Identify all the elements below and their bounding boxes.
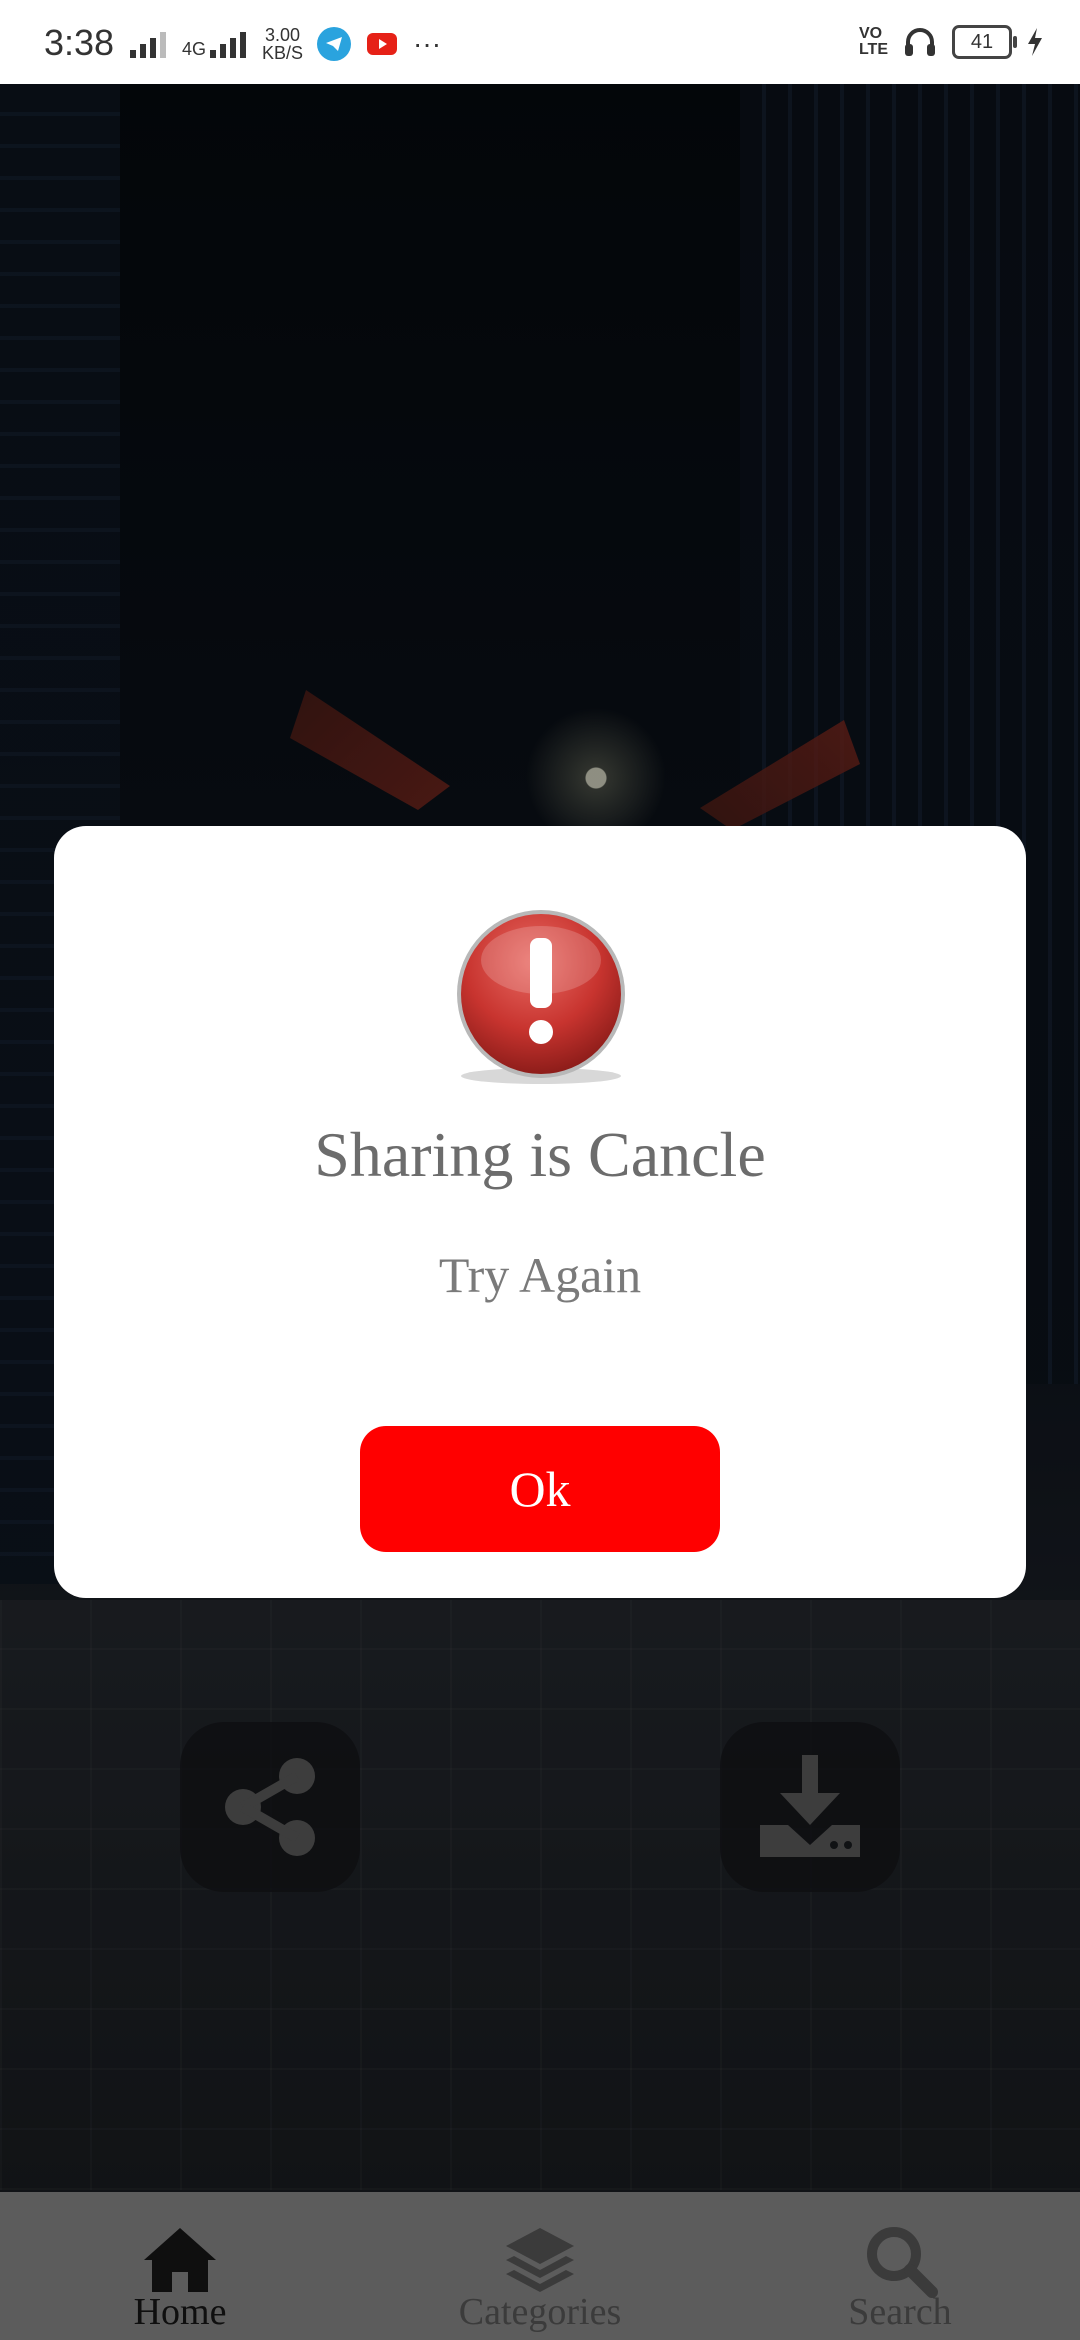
nav-label-search: Search	[848, 2291, 952, 2333]
telegram-icon	[317, 27, 352, 61]
ok-button[interactable]: Ok	[360, 1426, 720, 1552]
signal-4g-group: 4G	[182, 30, 248, 58]
charging-icon	[1028, 28, 1042, 56]
search-icon	[867, 2227, 938, 2298]
layers-icon	[506, 2228, 574, 2292]
bottom-navigation: Home Categories Search	[0, 2192, 1080, 2340]
status-bar: 3:38 4G 3.00 KB/S ··· VO LTE 41	[0, 0, 1080, 84]
nav-item-search[interactable]: Search	[720, 2192, 1080, 2340]
dialog-title: Sharing is Cancle	[314, 1119, 766, 1190]
nav-item-categories[interactable]: Categories	[360, 2192, 720, 2340]
dialog-message: Try Again	[438, 1247, 642, 1303]
speed-unit: KB/S	[262, 43, 304, 63]
exclamation-alert-icon	[457, 910, 625, 1084]
battery-icon: 41	[952, 25, 1017, 59]
network-type-label: 4G	[182, 39, 207, 59]
volte-top: VO	[858, 25, 883, 42]
status-left-icons: 4G 3.00 KB/S ···	[128, 26, 441, 62]
battery-level: 41	[970, 30, 994, 53]
signal-icon	[130, 32, 166, 58]
more-notifications-icon: ···	[413, 28, 442, 59]
speed-value: 3.00	[265, 25, 301, 45]
volte-bottom: LTE	[858, 41, 888, 58]
youtube-icon	[365, 27, 400, 61]
home-icon	[144, 2228, 216, 2292]
headphones-icon	[905, 28, 935, 56]
nav-label-home: Home	[133, 2291, 227, 2333]
volte-icon: VO LTE	[859, 26, 888, 58]
signal-icon-secondary	[210, 32, 247, 58]
nav-item-home[interactable]: Home	[0, 2192, 360, 2340]
network-speed: 3.00 KB/S	[262, 26, 303, 62]
nav-label-categories: Categories	[458, 2291, 622, 2333]
status-right-icons: VO LTE 41	[859, 24, 1044, 60]
alert-dialog: Sharing is Cancle Try Again Ok	[54, 826, 1026, 1598]
status-time: 3:38	[44, 22, 115, 63]
